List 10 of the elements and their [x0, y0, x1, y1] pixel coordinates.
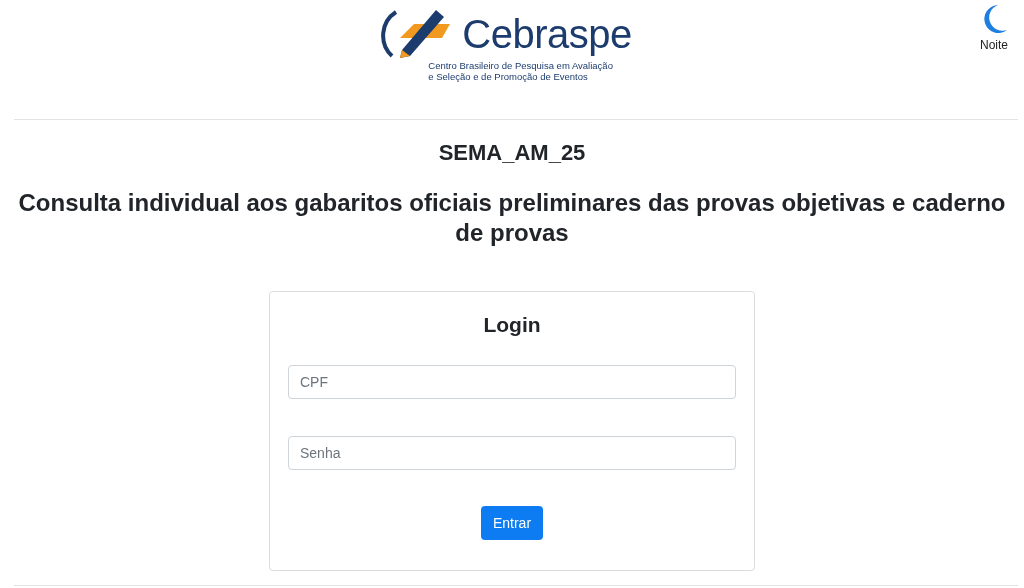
logo-tagline: e Seleção e de Promoção de Eventos: [428, 71, 589, 82]
page-heading: Consulta individual aos gabaritos oficiais preliminares das provas objetivas e caderno de provas: [17, 188, 1007, 248]
night-mode-button[interactable]: Noite: [980, 4, 1008, 52]
login-button[interactable]: Entrar: [480, 506, 544, 540]
input-field[interactable]: CPF: [288, 365, 736, 399]
login-title: Login: [482, 312, 542, 338]
input-field[interactable]: Senha: [288, 436, 736, 470]
logo-name: Cebraspe: [462, 11, 632, 57]
exam-code: SEMA_AM_25: [438, 140, 586, 166]
logo-tagline: Centro Brasileiro de Pesquisa em Avaliação: [428, 60, 614, 71]
